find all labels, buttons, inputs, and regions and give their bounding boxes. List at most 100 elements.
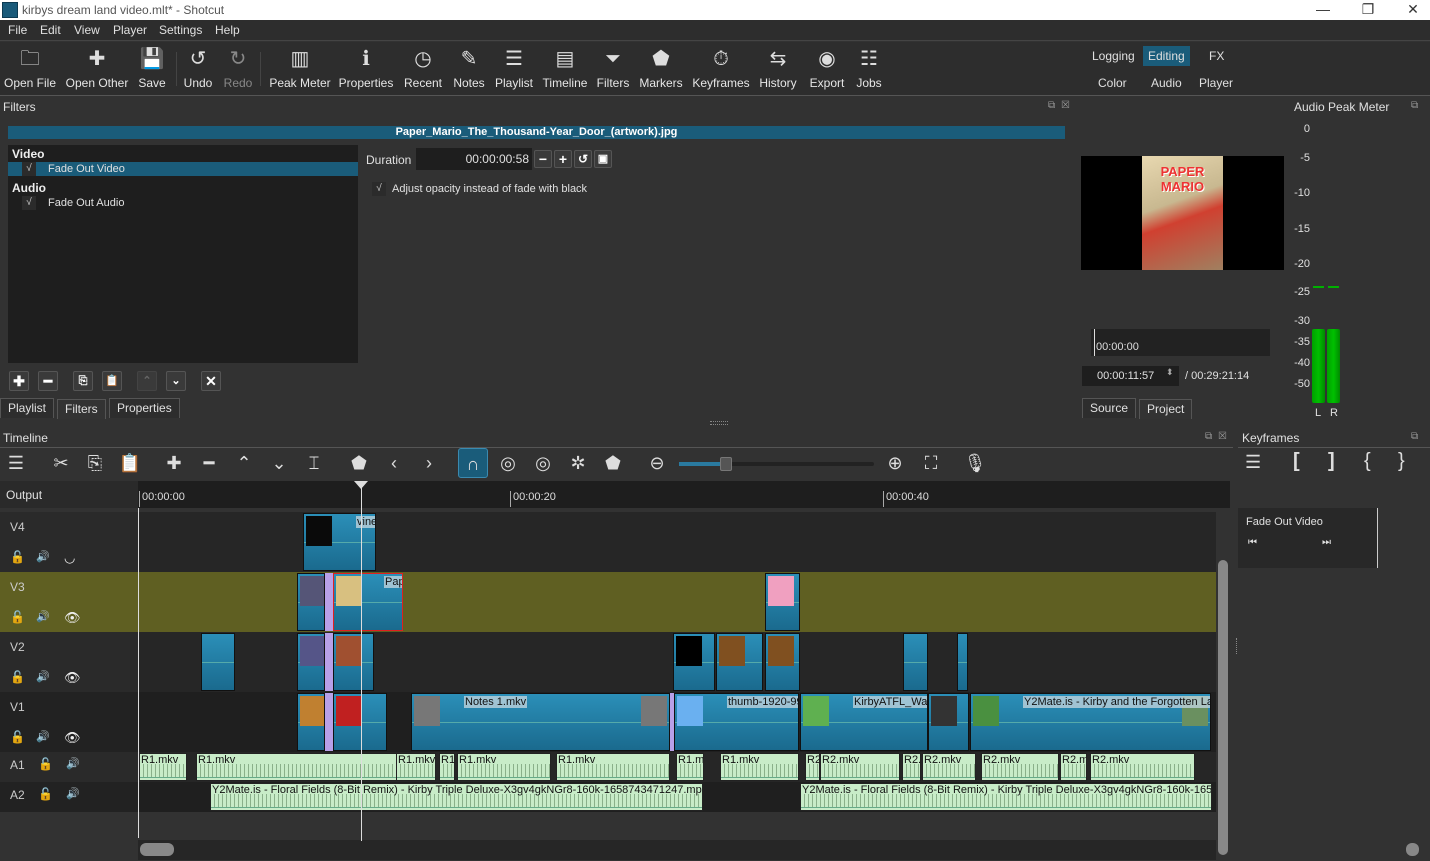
seek-next-simple-keyframe-icon[interactable]: }	[1398, 450, 1405, 473]
current-time-field[interactable]: 00:00:11:57	[1082, 366, 1179, 386]
keyframes-scrollbar-thumb[interactable]	[1406, 843, 1419, 856]
next-keyframe-icon[interactable]: ⏭	[1322, 537, 1331, 548]
tab-filters[interactable]: Filters	[57, 399, 106, 419]
tab-playlist[interactable]: Playlist	[0, 398, 55, 418]
layout-player[interactable]: Player	[1194, 73, 1238, 93]
zoom-slider[interactable]	[679, 457, 874, 471]
time-spinner-icon[interactable]: ⬍	[1166, 367, 1174, 378]
audio-clip[interactable]: R1.mkv	[457, 753, 551, 781]
adjust-opacity-checkbox[interactable]: √	[372, 182, 386, 196]
audio-clip[interactable]: R2.mkv	[922, 753, 976, 781]
menu-settings[interactable]: Settings	[159, 23, 202, 37]
filter-enabled-checkbox[interactable]: √	[22, 196, 36, 210]
timeline-playhead[interactable]	[361, 481, 362, 841]
tab-source[interactable]: Source	[1082, 398, 1137, 418]
transition[interactable]	[325, 573, 333, 631]
mute-icon[interactable]: 🔊	[66, 757, 80, 770]
paste-icon[interactable]: 📋	[115, 448, 145, 478]
clip[interactable]	[928, 693, 969, 751]
filter-item-fade-out-video[interactable]: √ Fade Out Video	[8, 162, 358, 176]
record-audio-icon[interactable]: 🎙	[960, 448, 990, 478]
clip[interactable]	[297, 633, 325, 691]
ripple-all-icon[interactable]: ✲	[563, 448, 593, 478]
save-preset-icon[interactable]: ▣	[594, 150, 612, 168]
hidden-eye-icon[interactable]: ◡	[64, 550, 75, 566]
keyframes-menu-icon[interactable]: ☰	[1245, 452, 1261, 473]
filter-enabled-checkbox[interactable]: √	[22, 162, 36, 176]
seek-next-keyframe-icon[interactable]: ]	[1328, 450, 1335, 473]
float-panel-icon[interactable]: ⧉	[1205, 431, 1212, 442]
paste-filters-button[interactable]: 📋	[102, 371, 122, 391]
clip[interactable]: thumb-1920-99	[674, 693, 799, 751]
audio-clip[interactable]: Y2Mate.is - Floral Fields (8-Bit Remix) …	[800, 783, 1212, 811]
clip[interactable]	[903, 633, 928, 691]
clip[interactable]	[333, 693, 387, 751]
lock-icon[interactable]: 🔓	[10, 670, 25, 684]
clip[interactable]: KirbyATFL_Wal	[800, 693, 928, 751]
previous-keyframe-icon[interactable]: ⏮	[1248, 537, 1257, 548]
filter-item-fade-out-audio[interactable]: √ Fade Out Audio	[8, 196, 358, 210]
audio-clip[interactable]: R1.mkv	[396, 753, 436, 781]
audio-clip[interactable]: Y2Mate.is - Floral Fields (8-Bit Remix) …	[210, 783, 703, 811]
track-lane-v3[interactable]: Pap	[138, 572, 1216, 632]
audio-clip[interactable]: R1.m	[676, 753, 704, 781]
zoom-out-icon[interactable]: ⊖	[642, 448, 672, 478]
minimize-button[interactable]: —	[1305, 0, 1341, 20]
audio-clip[interactable]: R2.mkv	[820, 753, 900, 781]
layout-editing[interactable]: Editing	[1143, 46, 1190, 66]
duration-increase-button[interactable]: +	[554, 150, 572, 168]
playhead[interactable]	[1094, 329, 1095, 356]
track-lane-a1[interactable]: R1.mkv R1.mkv R1.mkv R1. R1.mkv R1.mkv R1.m R1.…	[138, 752, 1216, 782]
clip[interactable]: vine	[303, 513, 376, 571]
menu-help[interactable]: Help	[215, 23, 240, 37]
splitter-handle[interactable]	[710, 421, 728, 425]
audio-clip[interactable]: R2.mkv	[981, 753, 1059, 781]
zoom-fit-icon[interactable]: ⛶	[916, 448, 946, 478]
track-head-v3[interactable]: V3 🔓 🔊 👁	[0, 572, 138, 632]
remove-icon[interactable]: ━	[194, 448, 224, 478]
mute-icon[interactable]: 🔊	[66, 787, 80, 800]
tab-properties[interactable]: Properties	[109, 398, 180, 418]
track-head-a2[interactable]: A2 🔓 🔊	[0, 782, 138, 812]
layout-audio[interactable]: Audio	[1146, 73, 1187, 93]
track-head-a1[interactable]: A1 🔓 🔊	[0, 752, 138, 782]
duration-field[interactable]: 00:00:00:58	[416, 148, 532, 170]
clip[interactable]	[716, 633, 763, 691]
audio-clip[interactable]: R1.mkv	[556, 753, 670, 781]
zoom-in-icon[interactable]: ⊕	[880, 448, 910, 478]
move-filter-down-button[interactable]: ⌄	[166, 371, 186, 391]
clip[interactable]: Notes 1.mkv	[411, 693, 670, 751]
menu-file[interactable]: File	[8, 23, 27, 37]
add-filter-button[interactable]: ✚	[9, 371, 29, 391]
cut-icon[interactable]: ✂	[46, 448, 76, 478]
add-marker-icon[interactable]: ⬟	[344, 448, 374, 478]
clip[interactable]	[765, 633, 800, 691]
close-button[interactable]: ✕	[1395, 0, 1430, 20]
deselect-filter-button[interactable]: ✕	[201, 371, 221, 391]
audio-clip[interactable]: R1.mkv	[720, 753, 799, 781]
close-panel-icon[interactable]: ☒	[1218, 431, 1227, 442]
audio-clip[interactable]: R2	[805, 753, 820, 781]
snap-icon[interactable]: ∩	[458, 448, 488, 478]
tab-project[interactable]: Project	[1139, 399, 1193, 419]
clip[interactable]: Y2Mate.is - Kirby and the Forgotten Lan	[970, 693, 1211, 751]
clip[interactable]	[673, 633, 715, 691]
menu-edit[interactable]: Edit	[40, 23, 61, 37]
zoom-slider-handle[interactable]	[719, 457, 732, 471]
float-panel-icon[interactable]: ⧉	[1048, 100, 1055, 111]
lock-icon[interactable]: 🔓	[10, 550, 25, 564]
track-lane-v1[interactable]: Notes 1.mkv thumb-1920-99 KirbyATFL_Wal Y2M…	[138, 692, 1216, 752]
layout-color[interactable]: Color	[1093, 73, 1132, 93]
move-filter-up-button[interactable]: ⌃	[137, 371, 157, 391]
transition[interactable]	[325, 693, 333, 751]
jobs-button[interactable]: ☷ Jobs	[829, 42, 909, 96]
audio-clip[interactable]: R2.ml	[1060, 753, 1087, 781]
float-panel-icon[interactable]: ⧉	[1411, 100, 1418, 111]
eye-icon[interactable]: 👁	[64, 610, 81, 626]
mute-icon[interactable]: 🔊	[36, 610, 50, 623]
horizontal-scrollbar[interactable]	[138, 840, 1216, 860]
clip-selected[interactable]: Pap	[333, 573, 403, 631]
track-head-v4[interactable]: V4 🔓 🔊 ◡	[0, 512, 138, 572]
audio-clip[interactable]: R2.mkv	[1090, 753, 1195, 781]
clip[interactable]	[297, 693, 325, 751]
